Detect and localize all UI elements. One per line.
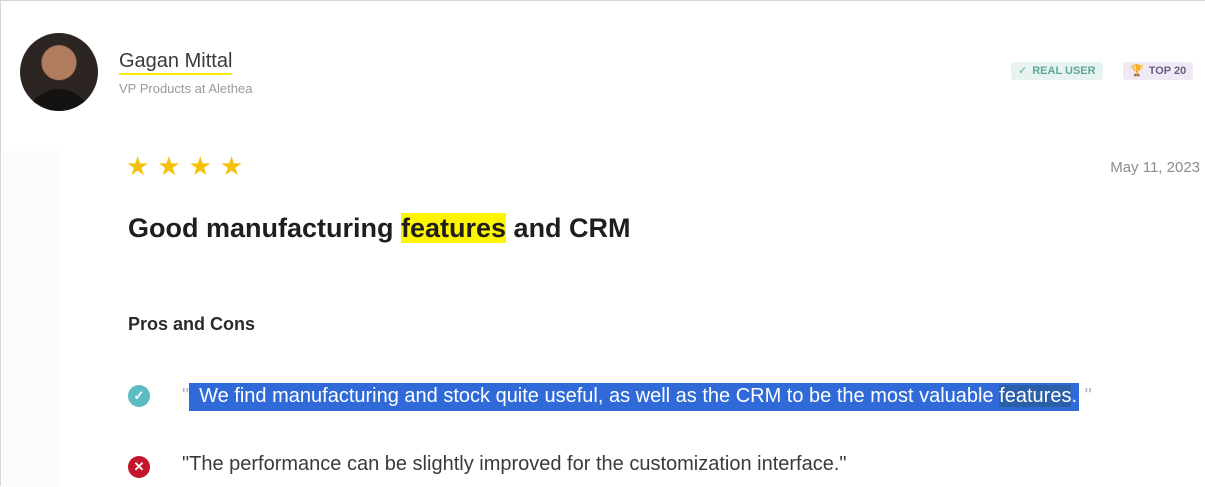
top-badge: 🏆 TOP 20 — [1123, 62, 1194, 80]
pro-close-quote: " — [1084, 385, 1092, 407]
review-card: Gagan Mittal VP Products at Alethea ✓ REA… — [0, 0, 1205, 487]
avatar[interactable] — [20, 33, 98, 111]
pro-text-end: . — [1071, 385, 1077, 407]
trophy-icon: 🏆 — [1130, 65, 1144, 77]
review-title: Good manufacturing features and CRM — [128, 210, 631, 246]
review-date: May 11, 2023 — [1110, 159, 1200, 176]
top-label: TOP 20 — [1148, 65, 1187, 77]
real-user-label: REAL USER — [1032, 65, 1096, 77]
author-title: VP Products at Alethea — [119, 81, 253, 96]
pros-cons-heading: Pros and Cons — [128, 314, 256, 334]
pro-text: We find manufacturing and stock quite us… — [199, 385, 1000, 407]
star-rating: ★★★★ — [126, 151, 252, 181]
check-circle-icon: ✓ — [128, 385, 150, 407]
review-title-part: and CRM — [506, 213, 631, 243]
real-user-badge: ✓ REAL USER — [1011, 62, 1103, 80]
review-title-highlight: features — [401, 213, 507, 243]
left-band — [2, 151, 60, 487]
avatar-shoulders — [26, 89, 92, 111]
review-title-part: Good manufacturing — [128, 213, 401, 243]
pro-keyword: features — [999, 385, 1072, 407]
pro-item[interactable]: " We find manufacturing and stock quite u… — [182, 379, 1092, 413]
check-icon: ✓ — [1018, 65, 1028, 77]
x-circle-icon: ✕ — [128, 456, 150, 478]
selected-text[interactable]: We find manufacturing and stock quite us… — [189, 383, 1079, 411]
author-name-link[interactable]: Gagan Mittal — [119, 49, 233, 75]
con-item[interactable]: "The performance can be slightly improve… — [182, 453, 847, 476]
